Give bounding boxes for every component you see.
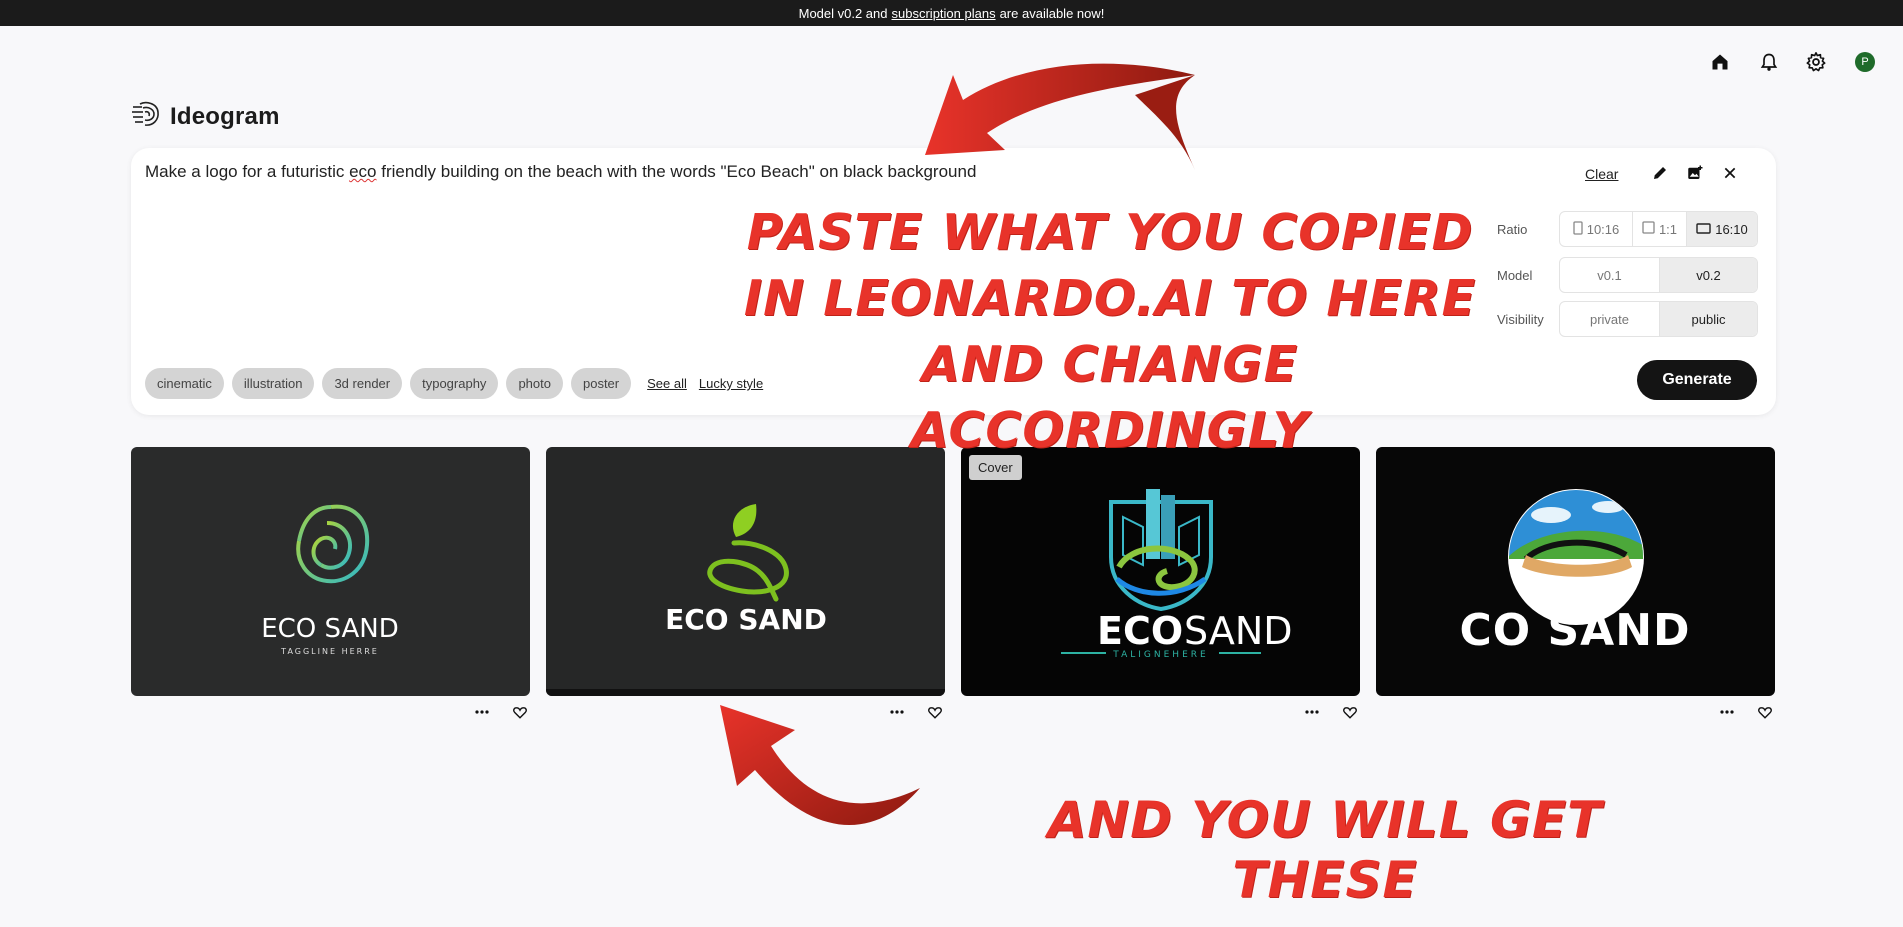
result-2-title: ECO SAND bbox=[665, 603, 827, 636]
style-chips: cinematic illustration 3d render typogra… bbox=[145, 368, 763, 399]
more-options-icon[interactable] bbox=[472, 702, 492, 722]
annotation-line: PASTE WHAT YOU COPIED bbox=[746, 204, 1474, 261]
brand-name: Ideogram bbox=[170, 102, 280, 130]
chip-cinematic[interactable]: cinematic bbox=[145, 368, 224, 399]
landscape-icon bbox=[1696, 222, 1711, 237]
ratio-option-10-16[interactable]: 10:16 bbox=[1560, 212, 1632, 246]
home-icon[interactable] bbox=[1708, 50, 1732, 74]
chip-typography[interactable]: typography bbox=[410, 368, 499, 399]
portrait-icon bbox=[1573, 220, 1583, 238]
more-options-icon[interactable] bbox=[1717, 702, 1737, 722]
result-image-1[interactable]: ECO SAND TAGGLINE HERRE bbox=[131, 447, 530, 696]
annotation-paste-instruction: PASTE WHAT YOU COPIED IN LEONARDO.AI TO … bbox=[740, 200, 1480, 464]
result-3-title-a: ECO bbox=[1097, 609, 1183, 653]
model-label: Model bbox=[1497, 268, 1533, 283]
visibility-label: Visibility bbox=[1497, 312, 1544, 327]
result-image-2[interactable]: ECO SAND bbox=[546, 447, 945, 696]
subscription-plans-link[interactable]: subscription plans bbox=[892, 6, 996, 21]
clear-button[interactable]: Clear bbox=[1585, 166, 1618, 182]
result-3-tagline: TALIGNEHERE bbox=[1112, 650, 1208, 660]
model-option-v01[interactable]: v0.1 bbox=[1560, 258, 1659, 292]
result-1-tagline: TAGGLINE HERRE bbox=[280, 647, 379, 656]
chip-3d-render[interactable]: 3d render bbox=[322, 368, 403, 399]
announcement-banner: Model v0.2 and subscription plans are av… bbox=[0, 0, 1903, 26]
result-image-3[interactable]: ECO SAND TALIGNEHERE Cover bbox=[961, 447, 1360, 696]
banner-suffix: are available now! bbox=[999, 5, 1105, 21]
result-1-title: ECO SAND bbox=[261, 614, 399, 644]
chip-poster[interactable]: poster bbox=[570, 368, 632, 399]
chip-photo[interactable]: photo bbox=[506, 368, 563, 399]
ratio-option-label: 10:16 bbox=[1586, 221, 1620, 237]
prompt-text-start: Make a logo for a futuristic bbox=[145, 162, 350, 181]
model-selector: v0.1 v0.2 bbox=[1559, 257, 1758, 293]
heart-icon[interactable] bbox=[925, 702, 945, 722]
avatar[interactable]: P bbox=[1855, 52, 1875, 72]
heart-icon[interactable] bbox=[1340, 702, 1360, 722]
annotation-line: AND CHANGE ACCORDINGLY bbox=[911, 336, 1309, 459]
close-icon[interactable] bbox=[1719, 162, 1741, 184]
model-option-v02[interactable]: v0.2 bbox=[1659, 258, 1757, 292]
ratio-option-1-1[interactable]: 1:1 bbox=[1632, 212, 1686, 246]
annotation-result-note: AND YOU WILL GET THESE bbox=[1047, 791, 1603, 909]
bell-icon[interactable] bbox=[1757, 50, 1781, 74]
ratio-option-16-10[interactable]: 16:10 bbox=[1686, 212, 1757, 246]
prompt-misspelled-word: eco bbox=[349, 162, 377, 181]
banner-prefix: Model v0.2 and bbox=[798, 5, 888, 21]
top-arrow-icon bbox=[925, 63, 1195, 170]
square-icon bbox=[1642, 221, 1655, 237]
bottom-arrow-icon bbox=[720, 705, 920, 825]
brand[interactable]: Ideogram bbox=[130, 98, 280, 135]
result-4-actions bbox=[1717, 702, 1775, 722]
prompt-text-end: friendly building on the beach with the … bbox=[376, 162, 977, 181]
chip-illustration[interactable]: illustration bbox=[231, 368, 315, 399]
ratio-selector: 10:16 1:1 16:10 bbox=[1559, 211, 1758, 247]
visibility-selector: private public bbox=[1559, 301, 1758, 337]
pencil-icon[interactable] bbox=[1649, 162, 1671, 184]
ratio-label: Ratio bbox=[1497, 222, 1528, 237]
more-options-icon[interactable] bbox=[1302, 702, 1322, 722]
see-all-link[interactable]: See all bbox=[647, 376, 687, 391]
result-1-actions bbox=[472, 702, 530, 722]
gear-icon[interactable] bbox=[1804, 50, 1828, 74]
visibility-option-public[interactable]: public bbox=[1659, 302, 1757, 336]
result-3-title-b: SAND bbox=[1184, 609, 1293, 653]
visibility-option-private[interactable]: private bbox=[1560, 302, 1659, 336]
result-4-title: CO SAND bbox=[1459, 605, 1690, 656]
annotation-line: IN LEONARDO.AI TO HERE bbox=[743, 270, 1477, 327]
ratio-option-label: 1:1 bbox=[1658, 221, 1678, 237]
result-3-actions bbox=[1302, 702, 1360, 722]
prompt-input[interactable]: Make a logo for a futuristic eco friendl… bbox=[145, 162, 976, 182]
heart-icon[interactable] bbox=[510, 702, 530, 722]
generate-button[interactable]: Generate bbox=[1637, 360, 1757, 400]
add-image-icon[interactable] bbox=[1684, 162, 1706, 184]
ratio-option-label: 16:10 bbox=[1715, 221, 1748, 237]
ideogram-logo-icon bbox=[130, 98, 162, 135]
result-image-4[interactable]: CO SAND bbox=[1376, 447, 1775, 696]
heart-icon[interactable] bbox=[1755, 702, 1775, 722]
